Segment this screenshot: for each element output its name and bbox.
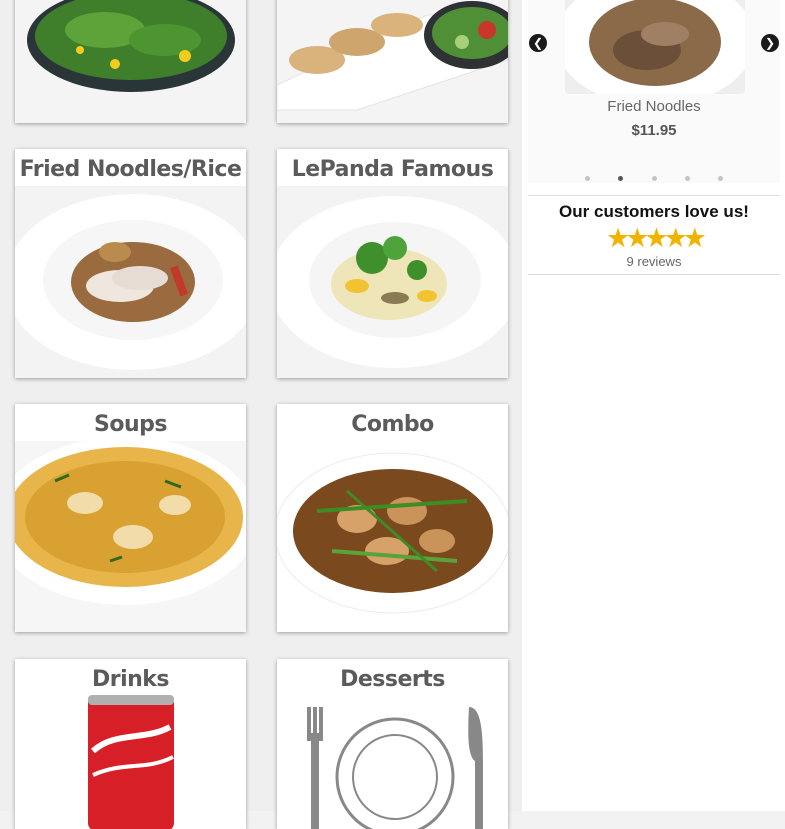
review-count[interactable]: 9 reviews xyxy=(528,254,780,269)
carousel-item-name[interactable]: Fried Noodles xyxy=(528,98,780,115)
category-title: Soups xyxy=(94,412,167,437)
carousel-dot[interactable] xyxy=(584,176,590,181)
reviews-title: Our customers love us! xyxy=(559,202,749,221)
carousel-dot[interactable] xyxy=(618,176,624,181)
fried-noodles-photo xyxy=(15,186,246,378)
carousel-item-price: $11.95 xyxy=(631,122,677,139)
carousel-pagination xyxy=(528,168,780,186)
carousel-dot[interactable] xyxy=(684,176,690,181)
carousel-prev-button[interactable]: ❮ xyxy=(529,34,547,52)
category-card-drinks[interactable]: Drinks xyxy=(15,659,246,829)
chevron-right-icon: ❯ xyxy=(764,36,776,50)
carousel-dot[interactable] xyxy=(651,176,657,181)
category-card-soups[interactable]: Soups xyxy=(15,404,246,632)
category-title: Fried Noodles/Rice xyxy=(19,157,242,182)
category-card-salad[interactable] xyxy=(15,0,246,123)
carousel-slide-image[interactable] xyxy=(565,0,745,94)
combo-photo xyxy=(277,441,508,632)
salad-photo xyxy=(15,0,246,123)
category-card-lepanda-famous-wok[interactable]: LePanda Famous Wok xyxy=(277,149,508,378)
carousel-next-button[interactable]: ❯ xyxy=(761,34,779,52)
soda-can-photo xyxy=(15,691,246,829)
wok-photo xyxy=(277,186,508,378)
category-card-fried-noodles-rice[interactable]: Fried Noodles/Rice xyxy=(15,149,246,378)
star-rating-icon: ★★★★★ xyxy=(605,223,707,253)
featured-carousel: ❮ ❯ Fried Noodles $11.95 xyxy=(528,0,780,183)
soup-photo xyxy=(15,441,246,632)
category-card-desserts[interactable]: Desserts xyxy=(277,659,508,829)
dumplings-photo xyxy=(277,0,508,123)
chevron-left-icon: ❮ xyxy=(532,36,544,50)
plate-utensils-icon xyxy=(277,691,508,829)
category-card-combo[interactable]: Combo xyxy=(277,404,508,632)
category-title: Combo xyxy=(351,412,434,437)
category-card-appetizers[interactable] xyxy=(277,0,508,123)
reviews-widget[interactable]: Our customers love us! ★★★★★ 9 reviews xyxy=(528,195,780,275)
carousel-dot[interactable] xyxy=(718,176,724,181)
